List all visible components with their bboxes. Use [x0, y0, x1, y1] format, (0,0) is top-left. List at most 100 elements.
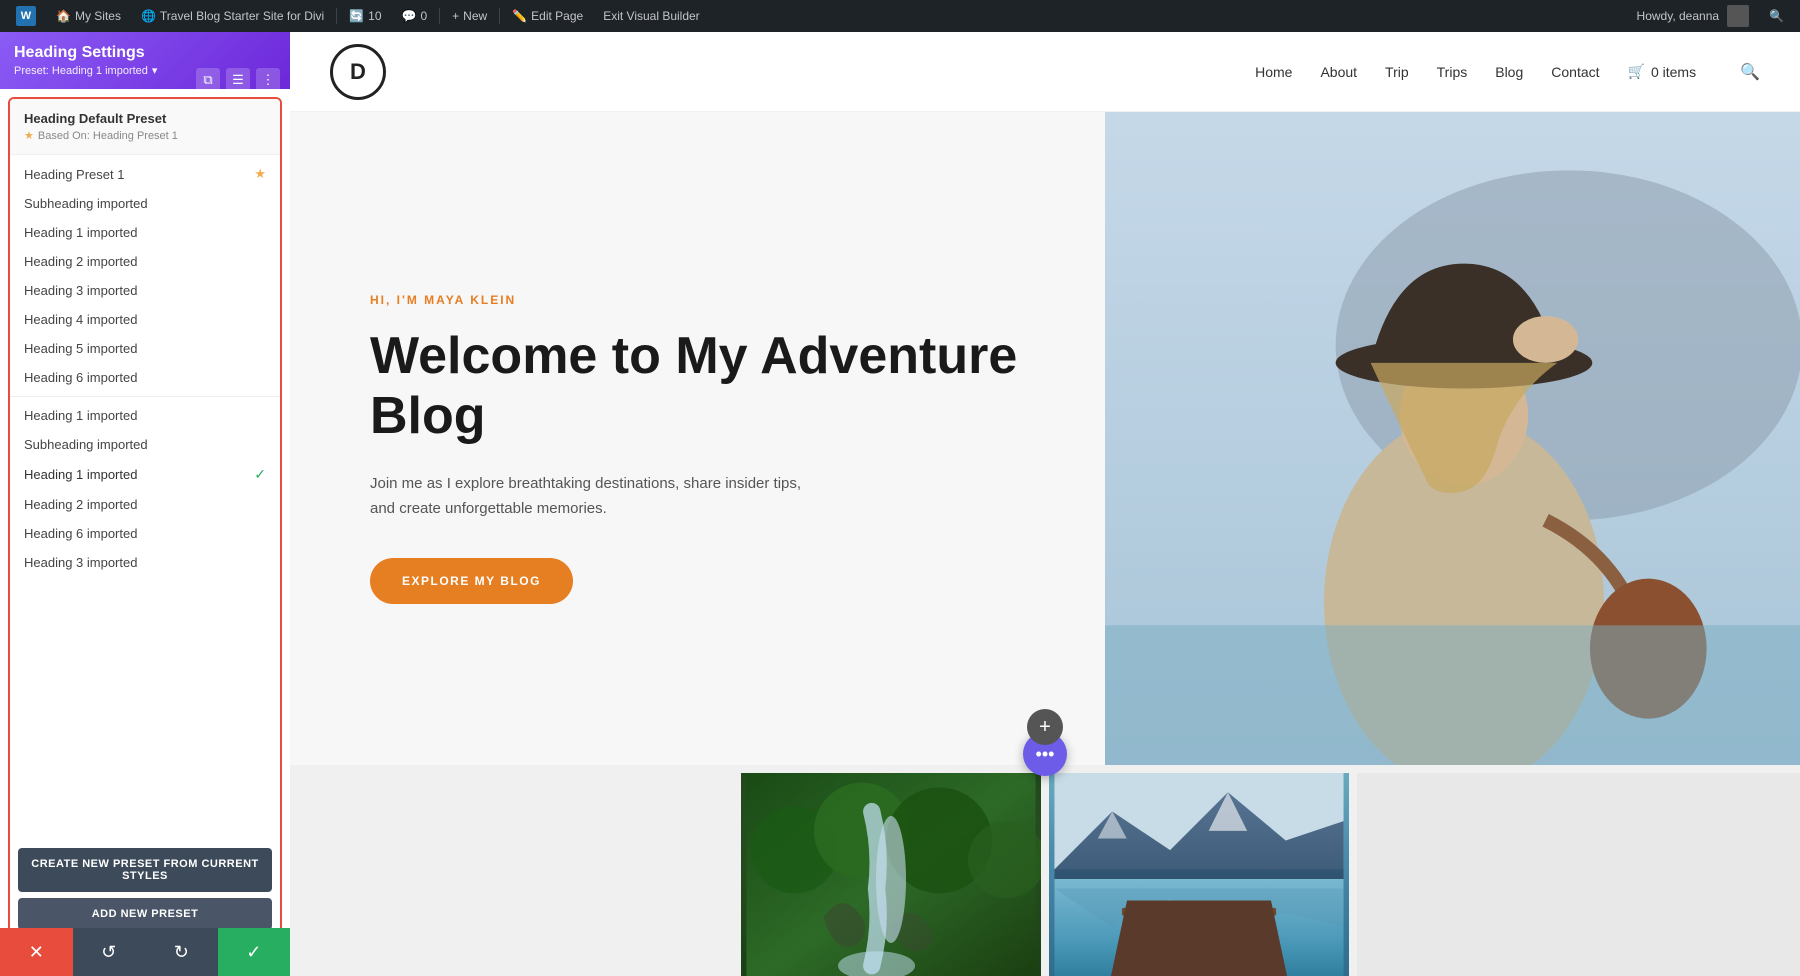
hero-image [1105, 112, 1800, 765]
user-greeting-label: Howdy, deanna [1637, 9, 1720, 23]
preset-label-6: Heading 5 imported [24, 341, 137, 356]
home-icon: 🏠 [56, 9, 71, 23]
preset-label-8: Heading 1 imported [24, 408, 137, 423]
undo-button[interactable]: ↺ [73, 928, 146, 976]
preset-label-7: Heading 6 imported [24, 370, 137, 385]
preset-label-11: Heading 2 imported [24, 497, 137, 512]
hero-left: HI, I'M MAYA KLEIN Welcome to My Adventu… [290, 112, 1105, 765]
preset-item-left-0: Heading Preset 1 [24, 167, 124, 182]
gallery-spacer [1357, 773, 1800, 976]
waterfall-image [741, 773, 1041, 976]
left-panel: Heading Settings Preset: Heading 1 impor… [0, 32, 290, 976]
star-button-0[interactable]: ★ [254, 166, 266, 182]
preset-label-2: Heading 1 imported [24, 225, 137, 240]
list-item[interactable]: Heading 6 imported [10, 519, 280, 548]
add-preset-button[interactable]: ADD NEW PRESET [18, 898, 272, 930]
list-item[interactable]: Heading 3 imported [10, 548, 280, 577]
exit-builder-item[interactable]: Exit Visual Builder [595, 0, 708, 32]
redo-button[interactable]: ↻ [145, 928, 218, 976]
panel-title: Heading Settings [14, 44, 276, 62]
bar-separator-1 [336, 8, 337, 24]
person-silhouette-svg [1105, 112, 1800, 765]
presets-list[interactable]: Heading Preset 1 ★ Subheading imported H… [10, 155, 280, 840]
bar-separator-3 [499, 8, 500, 24]
list-item[interactable]: Subheading imported [10, 189, 280, 218]
site-nav: D Home About Trip Trips Blog Contact 🛒 0… [290, 32, 1800, 112]
hero-right [1105, 112, 1800, 765]
comments-item[interactable]: 💬 0 [394, 0, 436, 32]
nav-blog[interactable]: Blog [1495, 64, 1523, 80]
list-item[interactable]: Heading 4 imported [10, 305, 280, 334]
add-section-button[interactable]: + [1027, 709, 1063, 745]
dock-svg [1049, 773, 1349, 976]
explore-button[interactable]: EXPLORE MY BLOG [370, 558, 573, 604]
avatar [1727, 5, 1749, 27]
hero-tag: HI, I'M MAYA KLEIN [370, 293, 1045, 307]
comments-count: 0 [420, 9, 427, 23]
nav-home[interactable]: Home [1255, 64, 1292, 80]
chevron-down-icon[interactable]: ▾ [152, 64, 158, 77]
float-menu-icon: ••• [1036, 744, 1055, 765]
preset-label-0: Heading Preset 1 [24, 167, 124, 182]
panel-more-button[interactable]: ⋮ [256, 68, 280, 92]
gallery-waterfall [741, 773, 1041, 976]
nav-contact[interactable]: Contact [1551, 64, 1599, 80]
new-item[interactable]: + New [444, 0, 495, 32]
admin-bar: W 🏠 My Sites 🌐 Travel Blog Starter Site … [0, 0, 1800, 32]
list-item[interactable]: Heading 1 imported [10, 401, 280, 430]
check-icon: ✓ [254, 466, 266, 483]
preset-label-1: Subheading imported [24, 196, 148, 211]
search-bar-item[interactable]: 🔍 [1761, 0, 1792, 32]
nav-about[interactable]: About [1320, 64, 1357, 80]
list-item[interactable]: Heading 2 imported [10, 490, 280, 519]
my-sites-label: My Sites [75, 9, 121, 23]
site-name-item[interactable]: 🌐 Travel Blog Starter Site for Divi [133, 0, 332, 32]
updates-icon: 🔄 [349, 9, 364, 23]
preset-label-4: Heading 3 imported [24, 283, 137, 298]
list-item[interactable]: Heading Preset 1 ★ [10, 159, 280, 189]
site-preview: D Home About Trip Trips Blog Contact 🛒 0… [290, 32, 1800, 976]
edit-page-item[interactable]: ✏️ Edit Page [504, 0, 591, 32]
gallery-dock [1049, 773, 1349, 976]
list-item[interactable]: Subheading imported [10, 430, 280, 459]
cart-count: 0 items [1651, 64, 1696, 80]
preset-dropdown-area: Heading Default Preset ★ Based On: Headi… [8, 97, 282, 968]
plus-icon: + [452, 9, 459, 23]
hero-section: HI, I'M MAYA KLEIN Welcome to My Adventu… [290, 112, 1800, 765]
user-greeting-item[interactable]: Howdy, deanna [1629, 0, 1758, 32]
my-sites-item[interactable]: 🏠 My Sites [48, 0, 129, 32]
list-item[interactable]: Heading 1 imported ✓ [10, 459, 280, 490]
cart-icon: 🛒 [1628, 63, 1645, 80]
nav-trips[interactable]: Trips [1437, 64, 1468, 80]
cart-area[interactable]: 🛒 0 items [1628, 63, 1697, 80]
wp-logo-item[interactable]: W [8, 0, 44, 32]
nav-trip[interactable]: Trip [1385, 64, 1409, 80]
list-item[interactable]: Heading 6 imported [10, 363, 280, 392]
site-nav-links: Home About Trip Trips Blog Contact 🛒 0 i… [1255, 62, 1760, 82]
gallery-empty [290, 773, 733, 976]
panel-menu-button[interactable]: ☰ [226, 68, 250, 92]
panel-header: Heading Settings Preset: Heading 1 impor… [0, 32, 290, 89]
hero-title: Welcome to My Adventure Blog [370, 327, 1045, 447]
main-wrapper: Heading Settings Preset: Heading 1 impor… [0, 0, 1800, 976]
list-item[interactable]: Heading 3 imported [10, 276, 280, 305]
updates-item[interactable]: 🔄 10 [341, 0, 389, 32]
list-item[interactable]: Heading 1 imported [10, 218, 280, 247]
create-preset-button[interactable]: CREATE NEW PRESET FROM CURRENT STYLES [18, 848, 272, 892]
cancel-icon: ✕ [29, 942, 44, 963]
waterfall-svg [741, 773, 1041, 976]
list-item[interactable]: Heading 5 imported [10, 334, 280, 363]
save-button[interactable]: ✓ [218, 928, 291, 976]
hero-description: Join me as I explore breathtaking destin… [370, 471, 810, 522]
list-divider [10, 396, 280, 397]
panel-expand-button[interactable]: ⧉ [196, 68, 220, 92]
search-nav-icon[interactable]: 🔍 [1740, 62, 1760, 82]
list-item[interactable]: Heading 2 imported [10, 247, 280, 276]
default-preset-item[interactable]: Heading Default Preset ★ Based On: Headi… [10, 99, 280, 155]
undo-icon: ↺ [101, 942, 116, 963]
bottom-buttons: CREATE NEW PRESET FROM CURRENT STYLES AD… [10, 840, 280, 934]
preset-label-5: Heading 4 imported [24, 312, 137, 327]
cancel-button[interactable]: ✕ [0, 928, 73, 976]
edit-page-label: Edit Page [531, 9, 583, 23]
save-icon: ✓ [246, 942, 261, 963]
